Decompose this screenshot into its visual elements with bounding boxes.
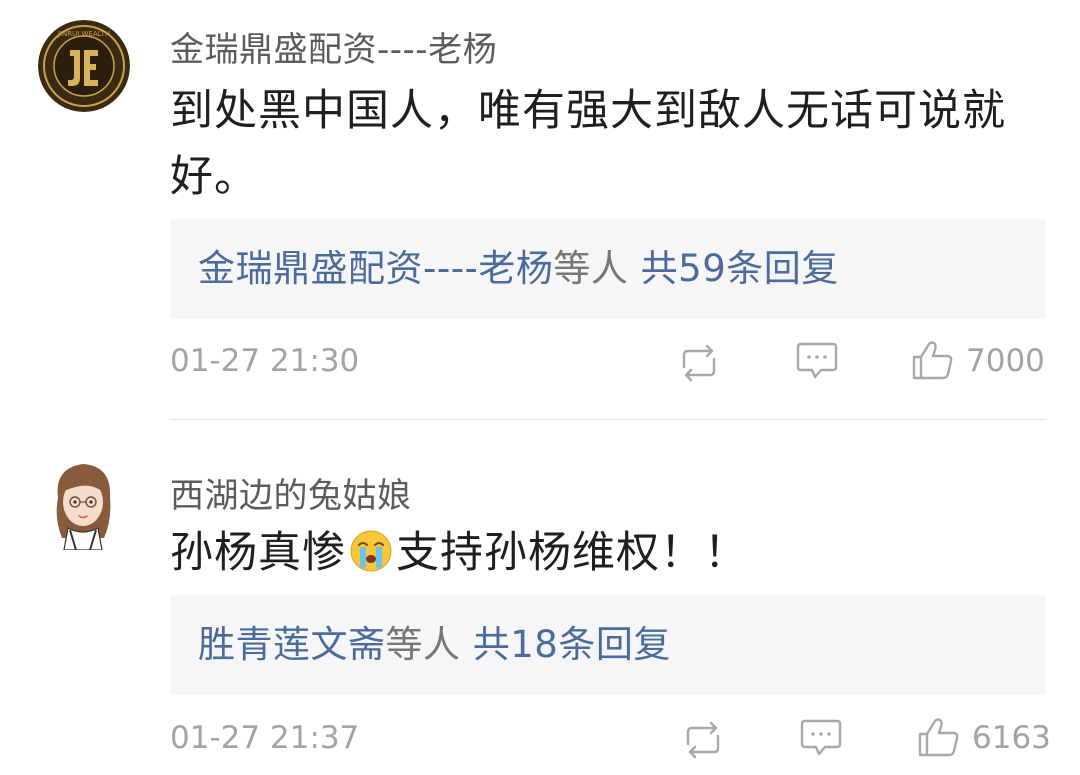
thumbs-up-icon[interactable] <box>910 340 956 380</box>
comment-username[interactable]: 金瑞鼎盛配资----老杨 <box>170 22 497 71</box>
avatar[interactable] <box>40 458 126 550</box>
like-count: 6163 <box>972 720 1051 756</box>
comment-timestamp: 01-27 21:37 <box>170 720 360 756</box>
comment-content: 到处黑中国人，唯有强大到敌人无话可说就好。 <box>170 86 1006 202</box>
svg-text:JINRUI WEALTH: JINRUI WEALTH <box>57 30 110 38</box>
reply-count-link[interactable]: 共59条回复 <box>641 247 839 290</box>
comment-text-after: 支持孙杨维权！！ <box>396 528 748 578</box>
thumbs-up-icon[interactable] <box>916 717 962 757</box>
comment-icon[interactable] <box>798 718 844 758</box>
reply-summary-text: 胜青莲文斋等人 共18条回复 <box>198 595 671 695</box>
girl-cartoon-icon <box>40 458 126 550</box>
reply-summary[interactable]: 金瑞鼎盛配资----老杨等人 共59条回复 <box>170 219 1046 319</box>
gold-logo-icon: JINRUI WEALTH <box>38 20 130 112</box>
crying-face-emoji <box>350 530 392 572</box>
reply-user-link[interactable]: 金瑞鼎盛配资----老杨 <box>198 247 553 290</box>
reply-user-link[interactable]: 胜青莲文斋 <box>198 623 386 666</box>
comment-item: 西湖边的兔姑娘 孙杨真惨 支持孙杨维权！！ 胜青莲文斋等人 共18条回复 01-… <box>0 420 1080 775</box>
comment-content: 孙杨真惨 支持孙杨维权！！ <box>170 520 1040 586</box>
reply-count-link[interactable]: 共18条回复 <box>473 623 671 666</box>
comment-item: JINRUI WEALTH 金瑞鼎盛配资----老杨 到处黑中国人，唯有强大到敌… <box>0 0 1080 420</box>
comment-timestamp: 01-27 21:30 <box>170 343 360 379</box>
reply-others-label: 等人 <box>385 623 461 666</box>
like-count: 7000 <box>966 343 1045 379</box>
comment-text-before: 孙杨真惨 <box>170 528 346 578</box>
comment-username[interactable]: 西湖边的兔姑娘 <box>170 468 412 517</box>
repost-icon[interactable] <box>676 343 722 383</box>
comment-icon[interactable] <box>794 341 840 381</box>
reply-summary[interactable]: 胜青莲文斋等人 共18条回复 <box>170 595 1046 695</box>
repost-icon[interactable] <box>680 720 726 760</box>
avatar[interactable]: JINRUI WEALTH <box>38 20 130 112</box>
reply-summary-text: 金瑞鼎盛配资----老杨等人 共59条回复 <box>198 219 839 319</box>
reply-others-label: 等人 <box>553 247 629 290</box>
